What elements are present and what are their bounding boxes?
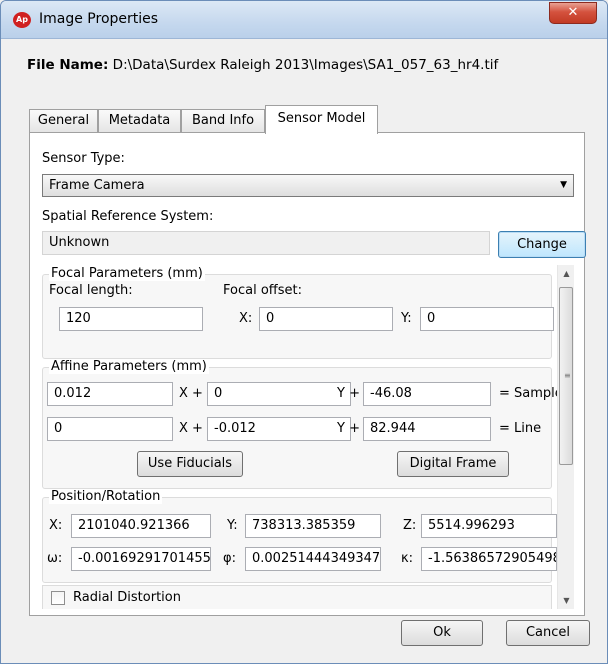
parameters-scroll-area[interactable]: Focal Parameters (mm) Focal length: Foca… xyxy=(42,265,574,609)
position-x-label: X: xyxy=(49,518,63,533)
sample-label: = Sample xyxy=(499,386,563,401)
position-rotation-title: Position/Rotation xyxy=(49,489,163,504)
position-y-label: Y: xyxy=(227,518,238,533)
omega-label: ω: xyxy=(47,551,63,566)
sensor-type-value: Frame Camera xyxy=(49,178,145,193)
position-z-input[interactable]: 5514.996293 xyxy=(421,514,557,538)
tab-metadata[interactable]: Metadata xyxy=(98,109,181,133)
affine-c0-input[interactable]: -46.08 xyxy=(363,382,491,406)
use-fiducials-button[interactable]: Use Fiducials xyxy=(137,451,243,477)
radial-distortion-row[interactable]: Radial Distortion xyxy=(42,585,552,609)
grip-icon: ≡ xyxy=(564,371,571,380)
focal-offset-y-label: Y: xyxy=(401,311,412,326)
sensor-type-select[interactable]: Frame Camera ▼ xyxy=(42,174,574,197)
window-title: Image Properties xyxy=(39,11,159,27)
radial-distortion-label: Radial Distortion xyxy=(73,590,181,605)
position-rotation-group: Position/Rotation X: 2101040.921366 Y: 7… xyxy=(42,489,557,583)
focal-length-input[interactable]: 120 xyxy=(59,307,203,331)
focal-length-label: Focal length: xyxy=(49,283,133,298)
title-bar[interactable]: Ap Image Properties ✕ xyxy=(1,1,607,39)
affine-parameters-group: Affine Parameters (mm) 0.012 X + 0 Y + -… xyxy=(42,359,563,489)
srs-label: Spatial Reference System: xyxy=(42,209,214,224)
position-y-input[interactable]: 738313.385359 xyxy=(245,514,381,538)
focal-parameters-title: Focal Parameters (mm) xyxy=(49,266,205,281)
app-logo-icon: Ap xyxy=(13,12,31,28)
digital-frame-button[interactable]: Digital Frame xyxy=(397,451,509,477)
position-z-label: Z: xyxy=(403,518,417,533)
focal-offset-label: Focal offset: xyxy=(223,283,302,298)
affine-b1-input[interactable]: -0.012 xyxy=(207,417,351,441)
cancel-button[interactable]: Cancel xyxy=(506,620,590,646)
close-icon: ✕ xyxy=(567,5,579,20)
line-label: = Line xyxy=(499,421,542,436)
change-srs-button[interactable]: Change xyxy=(498,231,586,258)
scrollbar-thumb[interactable]: ≡ xyxy=(559,287,573,465)
dialog-client: File Name: D:\Data\Surdex Raleigh 2013\I… xyxy=(7,40,601,660)
affine-a1-input[interactable]: 0 xyxy=(47,417,173,441)
omega-input[interactable]: -0.00169291701455 xyxy=(71,547,211,571)
affine-parameters-title: Affine Parameters (mm) xyxy=(49,359,209,374)
focal-offset-x-label: X: xyxy=(239,311,253,326)
affine-x-plus-label: X + xyxy=(179,386,203,401)
tab-sensor-model[interactable]: Sensor Model xyxy=(265,105,378,134)
focal-offset-y-input[interactable]: 0 xyxy=(420,307,554,331)
kappa-input[interactable]: -1.56386572905498 xyxy=(421,547,557,571)
sensor-type-label: Sensor Type: xyxy=(42,151,125,166)
file-name-value: D:\Data\Surdex Raleigh 2013\Images\SA1_0… xyxy=(112,57,499,73)
parameters-content: Focal Parameters (mm) Focal length: Foca… xyxy=(42,265,563,609)
focal-parameters-group: Focal Parameters (mm) Focal length: Foca… xyxy=(42,266,554,359)
affine-x-plus-label: X + xyxy=(179,421,203,436)
affine-c1-input[interactable]: 82.944 xyxy=(363,417,491,441)
phi-label: φ: xyxy=(223,551,236,566)
ok-button[interactable]: Ok xyxy=(401,620,483,646)
scroll-down-arrow-icon[interactable]: ▼ xyxy=(558,592,574,609)
file-name-row: File Name: D:\Data\Surdex Raleigh 2013\I… xyxy=(27,57,498,73)
file-name-label: File Name: xyxy=(27,57,109,73)
tab-general[interactable]: General xyxy=(29,109,98,133)
affine-a0-input[interactable]: 0.012 xyxy=(47,382,173,406)
tab-band-info[interactable]: Band Info xyxy=(181,109,265,133)
sensor-model-panel: Sensor Type: Frame Camera ▼ Spatial Refe… xyxy=(29,132,586,616)
srs-value: Unknown xyxy=(42,231,490,255)
dropdown-arrow-icon: ▼ xyxy=(560,180,567,190)
affine-b0-input[interactable]: 0 xyxy=(207,382,351,406)
vertical-scrollbar[interactable]: ▲ ≡ ▼ xyxy=(557,265,574,609)
scroll-up-arrow-icon[interactable]: ▲ xyxy=(558,265,574,282)
close-button[interactable]: ✕ xyxy=(549,2,597,24)
kappa-label: κ: xyxy=(401,551,414,566)
focal-offset-x-input[interactable]: 0 xyxy=(259,307,393,331)
affine-y-plus-label: Y + xyxy=(337,386,360,401)
radial-distortion-checkbox[interactable] xyxy=(51,591,65,605)
position-x-input[interactable]: 2101040.921366 xyxy=(71,514,211,538)
image-properties-dialog: Ap Image Properties ✕ File Name: D:\Data… xyxy=(0,0,608,664)
affine-y-plus-label: Y + xyxy=(337,421,360,436)
phi-input[interactable]: 0.002514443493470 xyxy=(245,547,381,571)
